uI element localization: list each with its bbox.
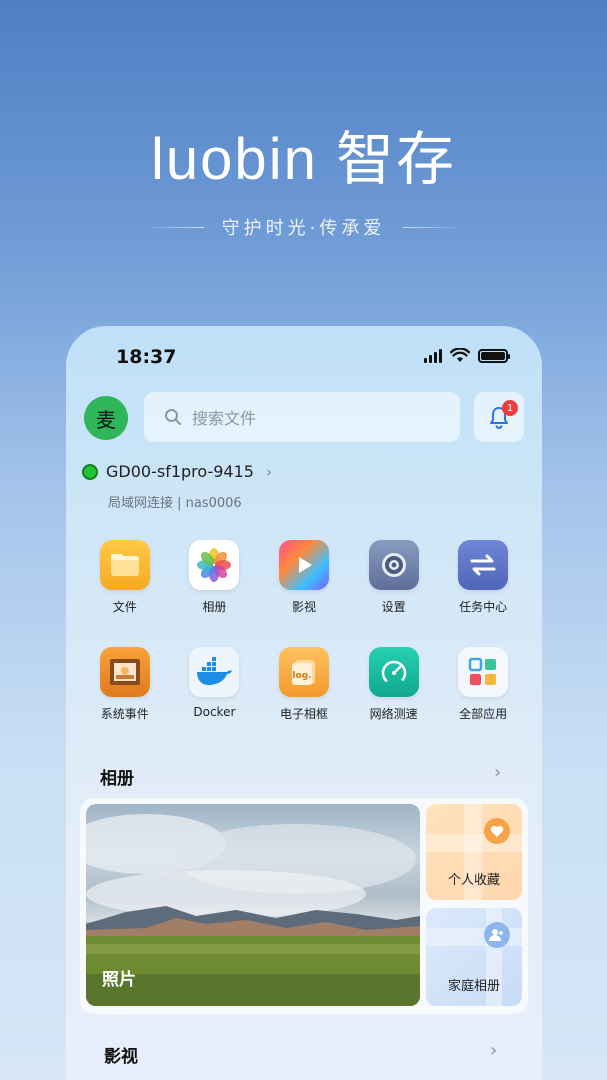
hero-subtitle: 守护时光·传承爱: [221, 218, 386, 239]
avatar[interactable]: 麦: [84, 396, 128, 440]
status-icons: [424, 348, 510, 363]
video-play-icon: [278, 540, 329, 590]
picture-frame-icon: [99, 647, 150, 697]
album-card: 照片 个人收藏 家庭相册: [80, 798, 528, 1014]
notification-badge: 1: [502, 400, 518, 416]
app-label: Docker: [193, 705, 236, 719]
app-all-apps[interactable]: 全部应用: [438, 647, 528, 722]
search-input[interactable]: 搜索文件: [144, 392, 460, 442]
divider-left: [143, 226, 204, 228]
app-files[interactable]: 文件: [80, 540, 170, 615]
app-label: 网络测速: [369, 707, 418, 721]
app-docker[interactable]: Docker: [170, 647, 260, 722]
app-speed-test[interactable]: 网络测速: [349, 647, 439, 722]
chevron-right-icon[interactable]: ›: [494, 762, 501, 783]
app-label: 全部应用: [459, 707, 508, 721]
app-grid-icon: [458, 647, 509, 697]
app-videos[interactable]: 影视: [259, 540, 349, 615]
hero-subtitle-row: 守护时光·传承爱: [0, 214, 607, 240]
app-system-events[interactable]: 系统事件: [80, 647, 170, 722]
family-album-label: 家庭相册: [447, 979, 500, 994]
folder-icon: [99, 540, 150, 590]
app-digital-frame[interactable]: log. 电子相框: [259, 647, 349, 722]
settings-gear-icon: [368, 540, 419, 590]
app-settings[interactable]: 设置: [349, 540, 439, 615]
speedometer-icon: [368, 647, 419, 697]
app-label: 文件: [112, 600, 137, 614]
landscape-image: [86, 814, 420, 1006]
app-label: 影视: [291, 600, 316, 614]
chevron-right-icon[interactable]: ›: [490, 1040, 497, 1061]
app-photos[interactable]: 相册: [170, 540, 260, 615]
search-icon: [165, 409, 181, 425]
album-section-title: 相册: [100, 769, 134, 789]
online-status-dot: [82, 463, 98, 480]
app-label: 系统事件: [100, 707, 149, 721]
log-file-icon: log.: [278, 647, 329, 697]
wifi-icon: [450, 348, 470, 362]
family-album-tile[interactable]: 家庭相册: [426, 908, 522, 1006]
cellular-signal-icon: [424, 348, 442, 363]
video-section-title: 影视: [104, 1047, 138, 1067]
docker-whale-icon: [189, 647, 240, 697]
device-selector[interactable]: GD00-sf1pro-9415 ›: [82, 462, 272, 481]
people-icon: [484, 922, 510, 948]
favorites-tile[interactable]: 个人收藏: [426, 804, 522, 900]
notification-button[interactable]: 1: [474, 392, 524, 442]
photos-label: 照片: [102, 970, 136, 990]
app-task-center[interactable]: 任务中心: [438, 540, 528, 615]
heart-icon: [484, 818, 510, 844]
favorites-label: 个人收藏: [447, 873, 500, 888]
photos-icon: [189, 540, 240, 590]
device-connection-status: 局域网连接 | nas0006: [108, 496, 242, 511]
app-label: 任务中心: [459, 600, 508, 614]
app-label: 设置: [381, 600, 406, 614]
phone-mockup: 18:37 麦 搜索文件 1 GD00-sf1pro-9415 › 局域网连接 …: [66, 326, 542, 1080]
status-time: 18:37: [116, 346, 177, 368]
app-label: 相册: [202, 600, 227, 614]
photos-tile[interactable]: 照片: [86, 804, 420, 1006]
search-placeholder: 搜索文件: [192, 409, 257, 428]
divider-right: [403, 226, 464, 228]
app-label: 电子相框: [279, 707, 328, 721]
app-grid: 文件 相册 影视 设置 任务中心 系统事件 Docker log. 电子相框 网…: [80, 540, 528, 722]
battery-icon: [478, 348, 510, 363]
chevron-right-icon: ›: [265, 462, 272, 481]
hero-title: luobin 智存: [151, 127, 456, 192]
device-name: GD00-sf1pro-9415: [106, 462, 254, 481]
transfer-arrows-icon: [458, 540, 509, 590]
svg-text:log.: log.: [292, 671, 311, 681]
